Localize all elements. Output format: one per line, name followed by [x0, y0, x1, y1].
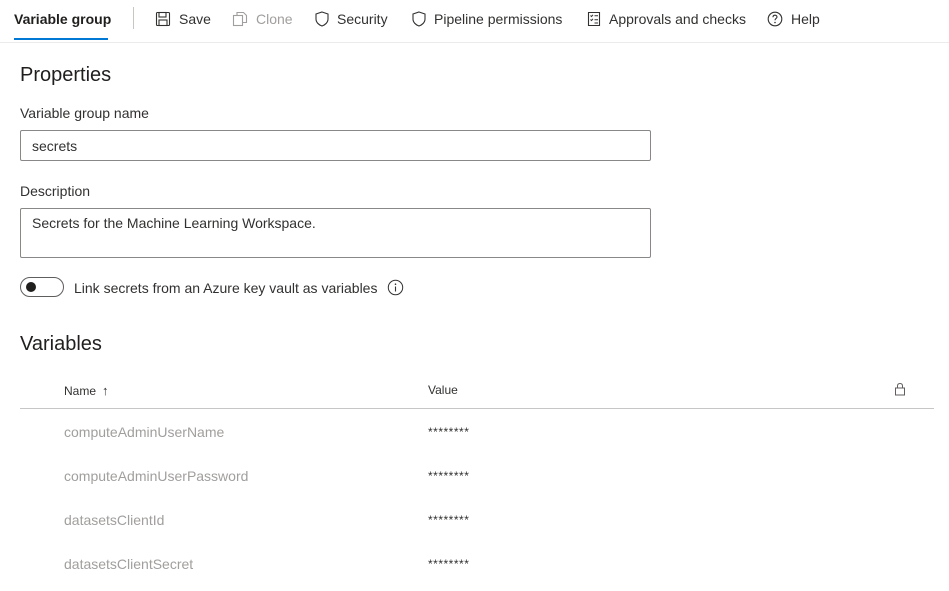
save-button-label: Save [179, 11, 211, 27]
security-button[interactable]: Security [315, 10, 388, 28]
shield-icon [315, 11, 329, 27]
save-button[interactable]: Save [155, 10, 211, 28]
help-button-label: Help [791, 11, 820, 27]
lock-icon [895, 382, 905, 396]
properties-heading: Properties [20, 64, 112, 86]
variables-heading: Variables [20, 333, 102, 355]
clone-button-label: Clone [256, 11, 293, 27]
variable-name: computeAdminUserName [64, 424, 225, 440]
pipeline-permissions-button[interactable]: Pipeline permissions [412, 10, 562, 28]
help-button[interactable]: Help [767, 10, 820, 28]
table-header-divider [20, 408, 934, 409]
name-column-label: Name [64, 383, 97, 398]
tab-active-indicator [14, 38, 108, 40]
tab-variable-group[interactable]: Variable group [14, 11, 111, 27]
clone-button[interactable]: Clone [232, 10, 293, 28]
variable-value: ******** [428, 513, 470, 527]
variable-value: ******** [428, 557, 470, 571]
security-button-label: Security [337, 11, 388, 27]
variable-name: datasetsClientId [64, 512, 165, 528]
info-icon[interactable] [387, 279, 404, 296]
toggle-knob [26, 282, 36, 292]
keyvault-toggle-label: Link secrets from an Azure key vault as … [74, 280, 378, 296]
name-column-header[interactable]: Name ↑ [64, 383, 109, 398]
description-textarea[interactable]: Secrets for the Machine Learning Workspa… [20, 208, 651, 258]
help-icon [767, 11, 783, 27]
sort-ascending-icon: ↑ [102, 383, 109, 398]
clone-icon [232, 11, 248, 27]
approvals-and-checks-button[interactable]: Approvals and checks [587, 10, 746, 28]
save-icon [155, 11, 171, 27]
variable-name: computeAdminUserPassword [64, 468, 249, 484]
keyvault-toggle[interactable] [20, 277, 64, 297]
toolbar: Variable group Save Clone Security Pipel… [0, 0, 949, 43]
variable-value: ******** [428, 469, 470, 483]
toolbar-divider [133, 7, 134, 29]
pipeline-permissions-button-label: Pipeline permissions [434, 11, 563, 27]
approvals-and-checks-button-label: Approvals and checks [609, 11, 746, 27]
variable-value: ******** [428, 425, 470, 439]
variable-group-name-label: Variable group name [20, 105, 149, 121]
variable-name: datasetsClientSecret [64, 556, 194, 572]
checklist-icon [587, 11, 601, 27]
shield-icon [412, 11, 426, 27]
value-column-header: Value [428, 383, 458, 397]
variable-group-name-input[interactable] [20, 130, 651, 161]
description-label: Description [20, 183, 91, 199]
